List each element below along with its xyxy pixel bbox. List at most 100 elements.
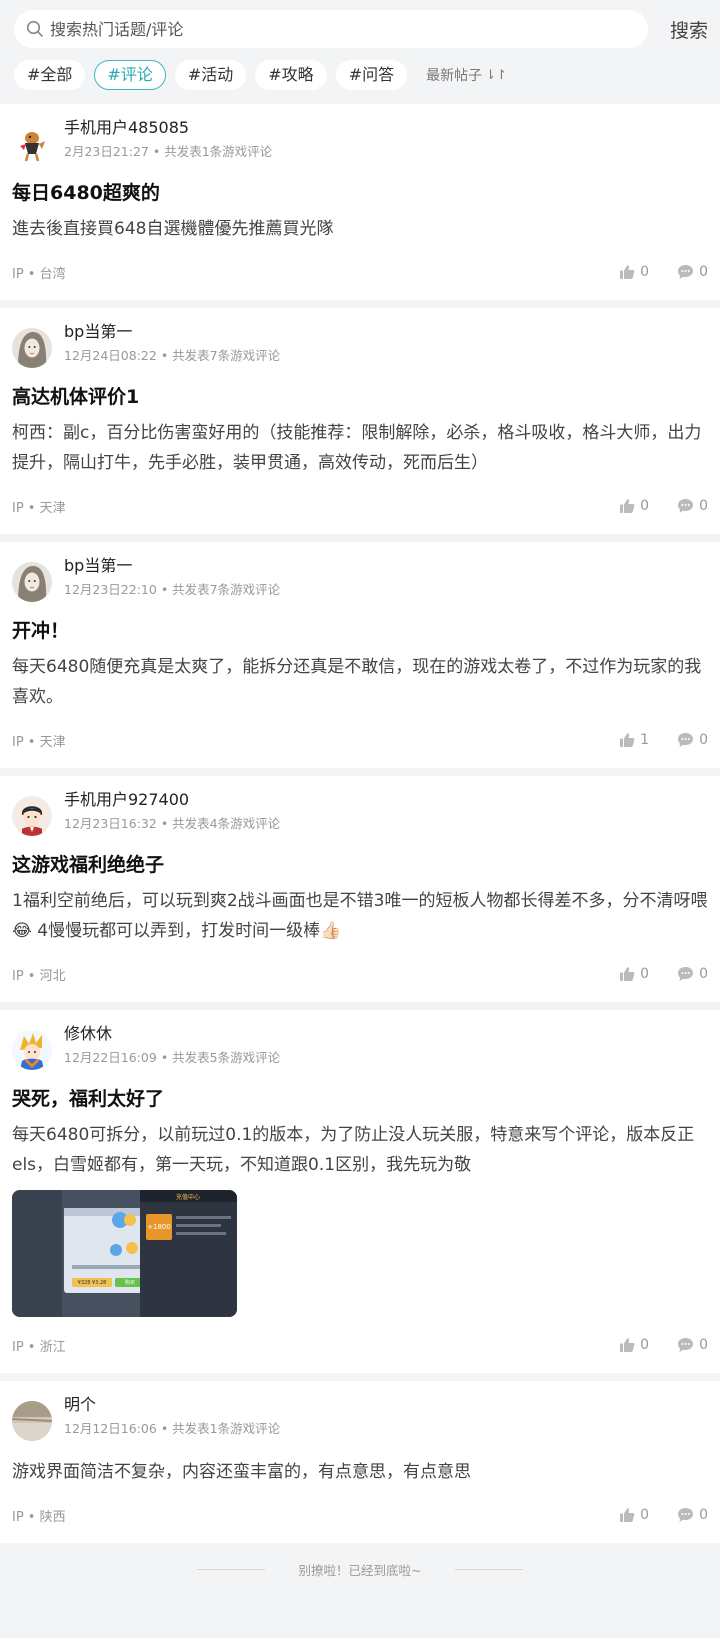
- like-button[interactable]: 1: [619, 732, 649, 748]
- post-meta: 12月12日16:06 • 共发表1条游戏评论: [64, 1421, 281, 1436]
- divider: [196, 1568, 265, 1570]
- image-price: ¥328 ¥3.28: [78, 1280, 107, 1286]
- post-footer: IP • 台湾 0 0: [12, 244, 708, 300]
- author-name[interactable]: 明个: [64, 1395, 280, 1415]
- post-author: 修休休 12月22日16:09 • 共发表5条游戏评论: [12, 1024, 708, 1072]
- avatar[interactable]: [12, 562, 52, 602]
- comment-button[interactable]: 0: [677, 966, 708, 982]
- tab-guides[interactable]: #攻略: [255, 60, 327, 90]
- comment-button[interactable]: 0: [677, 264, 708, 280]
- thumbs-up-icon: [620, 1508, 635, 1522]
- author-name[interactable]: bp当第一: [64, 322, 280, 342]
- post-meta: 2月23日21:27 • 共发表1条游戏评论: [64, 144, 273, 159]
- tab-reviews[interactable]: #评论: [94, 60, 166, 90]
- image-dialog-title: 充值中心: [176, 1193, 200, 1201]
- comment-icon: [678, 265, 694, 279]
- post-card[interactable]: bp当第一 12月24日08:22 • 共发表7条游戏评论 高达机体评价1 柯西…: [0, 308, 720, 534]
- review-count: 共发表4条游戏评论: [172, 816, 281, 831]
- search-button[interactable]: 搜索: [656, 16, 708, 43]
- post-meta: 12月22日16:09 • 共发表5条游戏评论: [64, 1050, 281, 1065]
- comment-button[interactable]: 0: [677, 1337, 708, 1353]
- review-count: 共发表1条游戏评论: [172, 1421, 281, 1436]
- post-card[interactable]: 手机用户927400 12月23日16:32 • 共发表4条游戏评论 这游戏福利…: [0, 776, 720, 1002]
- post-card[interactable]: 手机用户485085 2月23日21:27 • 共发表1条游戏评论 每日6480…: [0, 104, 720, 300]
- header: 搜索 #全部 #评论 #活动 #攻略 #问答 最新帖子 ⇂↾: [0, 0, 720, 104]
- end-of-list: 别撩啦！已经到底啦~: [0, 1549, 720, 1589]
- review-count: 共发表1条游戏评论: [164, 144, 273, 159]
- like-button[interactable]: 0: [619, 1507, 649, 1523]
- comment-icon: [678, 1508, 694, 1522]
- tab-events[interactable]: #活动: [174, 60, 247, 90]
- post-title: 哭死，福利太好了: [12, 1088, 165, 1110]
- post-date: 12月23日16:32: [64, 816, 157, 831]
- like-count: 0: [640, 264, 650, 280]
- post-footer: IP • 河北 0 0: [12, 946, 708, 1002]
- thumbs-up-icon: [620, 1338, 635, 1352]
- like-button[interactable]: 0: [619, 966, 649, 982]
- like-button[interactable]: 0: [619, 264, 649, 280]
- avatar[interactable]: [12, 1401, 52, 1441]
- like-button[interactable]: 0: [619, 1337, 649, 1353]
- post-image[interactable]: 充值中心 +1800 ¥328 ¥3.28 购买: [12, 1190, 237, 1317]
- avatar[interactable]: [12, 1030, 52, 1070]
- ip-location: IP • 台湾: [12, 266, 66, 282]
- like-count: 0: [640, 498, 650, 514]
- like-count: 0: [640, 1507, 650, 1523]
- search-input[interactable]: [50, 19, 610, 39]
- comment-count: 0: [699, 1507, 708, 1523]
- avatar[interactable]: [12, 124, 52, 164]
- tab-qa[interactable]: #问答: [335, 60, 408, 90]
- comment-button[interactable]: 0: [677, 732, 708, 748]
- sort-icon: ⇂↾: [485, 67, 507, 83]
- post-card[interactable]: 明个 12月12日16:06 • 共发表1条游戏评论 游戏界面简洁不复杂，内容还…: [0, 1381, 720, 1543]
- comment-count: 0: [699, 264, 708, 280]
- image-amount: +1800: [147, 1223, 171, 1231]
- post-title: 高达机体评价1: [12, 386, 140, 408]
- post-body: 每天6480随便充真是太爽了，能拆分还真是不敢信，现在的游戏太卷了，不过作为玩家…: [12, 657, 702, 707]
- comment-icon: [678, 499, 694, 513]
- comment-icon: [678, 967, 694, 981]
- thumbs-up-icon: [620, 499, 635, 513]
- post-card[interactable]: bp当第一 12月23日22:10 • 共发表7条游戏评论 开冲！ 每天6480…: [0, 542, 720, 768]
- avatar[interactable]: [12, 796, 52, 836]
- comment-button[interactable]: 0: [677, 498, 708, 514]
- sort-button[interactable]: 最新帖子 ⇂↾: [426, 65, 507, 85]
- comment-button[interactable]: 0: [677, 1507, 708, 1523]
- post-title: 这游戏福利绝绝子: [12, 854, 165, 876]
- author-name[interactable]: 手机用户485085: [64, 118, 272, 138]
- comment-icon: [678, 1338, 694, 1352]
- like-button[interactable]: 0: [619, 498, 649, 514]
- comment-count: 0: [699, 1337, 708, 1353]
- search-box[interactable]: [14, 10, 648, 48]
- post-date: 12月24日08:22: [64, 348, 157, 363]
- post-card[interactable]: 修休休 12月22日16:09 • 共发表5条游戏评论 哭死，福利太好了 每天6…: [0, 1010, 720, 1373]
- post-date: 12月23日22:10: [64, 582, 157, 597]
- post-date: 12月12日16:06: [64, 1421, 157, 1436]
- divider: [455, 1568, 524, 1570]
- search-row: 搜索: [14, 10, 708, 48]
- post-date: 2月23日21:27: [64, 144, 149, 159]
- avatar[interactable]: [12, 328, 52, 368]
- author-name[interactable]: 修休休: [64, 1024, 280, 1044]
- ip-location: IP • 天津: [12, 734, 66, 750]
- comment-count: 0: [699, 966, 708, 982]
- post-author: bp当第一 12月24日08:22 • 共发表7条游戏评论: [12, 322, 708, 370]
- author-name[interactable]: bp当第一: [64, 556, 280, 576]
- post-author: 手机用户927400 12月23日16:32 • 共发表4条游戏评论: [12, 790, 708, 838]
- ip-location: IP • 河北: [12, 968, 66, 984]
- thumbs-up-icon: [620, 265, 635, 279]
- post-body: 柯西：副c，百分比伤害蛮好用的（技能推荐：限制解除，必杀，格斗吸收，格斗大师，出…: [12, 423, 702, 473]
- end-of-list-text: 别撩啦！已经到底啦~: [298, 1562, 422, 1578]
- image-buy: 购买: [125, 1279, 135, 1286]
- comment-icon: [678, 733, 694, 747]
- post-footer: IP • 天津 1 0: [12, 712, 708, 768]
- review-count: 共发表7条游戏评论: [172, 582, 281, 597]
- review-count: 共发表7条游戏评论: [172, 348, 281, 363]
- tab-all[interactable]: #全部: [14, 60, 86, 90]
- post-body: 進去後直接買648自選機體優先推薦買光隊: [12, 219, 334, 239]
- post-author: 手机用户485085 2月23日21:27 • 共发表1条游戏评论: [12, 118, 708, 166]
- post-title: 每日6480超爽的: [12, 182, 160, 204]
- post-meta: 12月23日22:10 • 共发表7条游戏评论: [64, 582, 281, 597]
- author-name[interactable]: 手机用户927400: [64, 790, 280, 810]
- search-icon: [26, 20, 44, 38]
